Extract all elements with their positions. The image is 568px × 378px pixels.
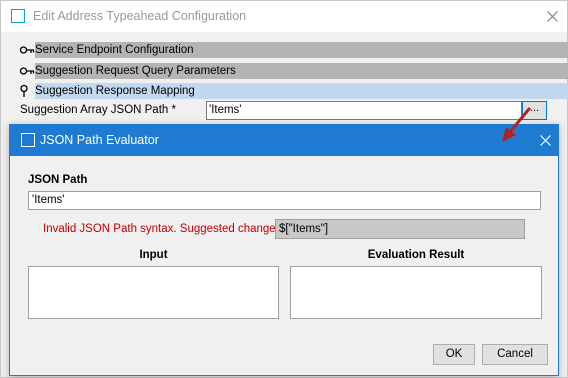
json-path-label: Suggestion Array JSON Path * (20, 104, 176, 116)
section-label: Service Endpoint Configuration (35, 42, 568, 58)
browse-button[interactable]: ... (522, 101, 547, 120)
outer-window-title: Edit Address Typeahead Configuration (33, 9, 247, 23)
section-response-mapping[interactable]: Suggestion Response Mapping (19, 83, 568, 99)
cancel-button[interactable]: Cancel (482, 344, 548, 365)
outer-titlebar: Edit Address Typeahead Configuration (1, 1, 567, 32)
section-query-parameters[interactable]: Suggestion Request Query Parameters (19, 63, 568, 79)
json-path-evaluator-dialog: JSON Path Evaluator JSON Path 'Items' In… (9, 124, 559, 376)
dialog-close-button[interactable] (532, 128, 558, 152)
evaluation-result-textarea[interactable] (290, 266, 542, 319)
json-path-field[interactable]: 'Items' (206, 101, 522, 120)
evaluation-result-label: Evaluation Result (367, 249, 465, 261)
key-icon (19, 67, 35, 75)
key-icon (19, 46, 35, 54)
error-message: Invalid JSON Path syntax. Suggested chan… (43, 223, 279, 235)
close-icon (546, 10, 558, 22)
section-label: Suggestion Response Mapping (35, 83, 568, 99)
input-label: Input (139, 249, 168, 261)
close-icon (539, 134, 551, 146)
section-service-endpoint[interactable]: Service Endpoint Configuration (19, 42, 568, 58)
window-app-icon (21, 133, 35, 147)
json-path-input[interactable]: 'Items' (28, 191, 541, 210)
dialog-title: JSON Path Evaluator (40, 133, 159, 147)
json-path-heading: JSON Path (28, 174, 88, 186)
suggested-path-field: $["Items"] (275, 219, 525, 239)
outer-close-button[interactable] (539, 4, 565, 28)
dialog-titlebar: JSON Path Evaluator (10, 125, 558, 156)
pin-icon (20, 84, 28, 97)
window-app-icon (11, 9, 25, 23)
input-textarea[interactable] (28, 266, 279, 319)
ok-button[interactable]: OK (433, 344, 475, 365)
section-label: Suggestion Request Query Parameters (35, 63, 568, 79)
